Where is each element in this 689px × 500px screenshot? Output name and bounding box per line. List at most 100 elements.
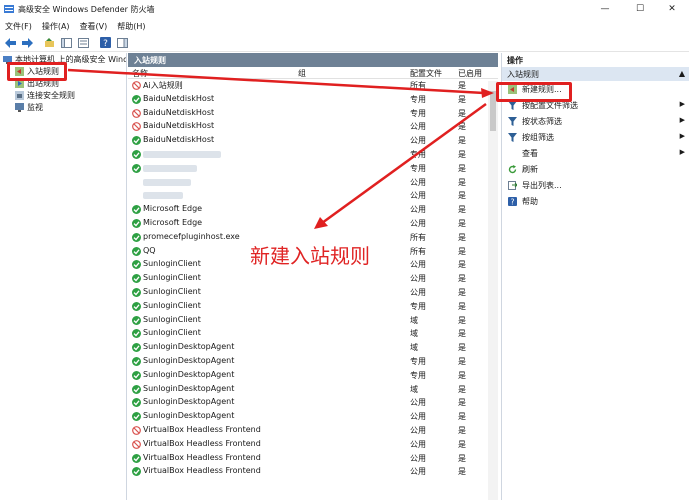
- table-row[interactable]: SunloginClient 域 是: [128, 314, 498, 328]
- table-row[interactable]: Microsoft Edge 公用 是: [128, 203, 498, 217]
- rule-profile: 公用: [410, 453, 426, 463]
- table-row[interactable]: SunloginClient 公用 是: [128, 272, 498, 286]
- table-row[interactable]: BaiduNetdiskHost 公用 是: [128, 120, 498, 134]
- menu-file[interactable]: 文件(F): [0, 21, 37, 32]
- help-icon: ?: [508, 196, 517, 206]
- table-row[interactable]: VirtualBox Headless Frontend 公用 是: [128, 452, 498, 466]
- table-row[interactable]: VirtualBox Headless Frontend 公用 是: [128, 438, 498, 452]
- action-item[interactable]: 刷新: [502, 161, 689, 177]
- action-item[interactable]: 按状态筛选 ▶: [502, 113, 689, 129]
- rule-enabled: 是: [458, 343, 466, 353]
- redacted-name: [143, 192, 183, 200]
- tree-root-label: 本地计算机 上的高级安全 Windows Defender 防火墙: [15, 54, 126, 64]
- rule-enabled: 是: [458, 163, 466, 173]
- redacted-name: [143, 178, 191, 186]
- column-name[interactable]: 名称: [132, 68, 148, 79]
- action-item[interactable]: 按组筛选 ▶: [502, 129, 689, 145]
- actions-section-inbound-rules[interactable]: 入站规则 ▲: [502, 67, 689, 81]
- menu-view[interactable]: 查看(V): [75, 21, 113, 32]
- table-row[interactable]: 公用 是: [128, 176, 498, 190]
- action-item[interactable]: 新建规则...: [502, 81, 689, 97]
- table-row[interactable]: BaiduNetdiskHost 专用 是: [128, 107, 498, 121]
- rule-profile: 所有: [410, 246, 426, 256]
- action-item-label: 帮助: [522, 196, 538, 206]
- menu-action[interactable]: 操作(A): [37, 21, 75, 32]
- show-hide-action-icon[interactable]: [115, 36, 129, 50]
- allow-check-icon: [132, 274, 141, 284]
- table-row[interactable]: 专用 是: [128, 148, 498, 162]
- rule-profile: 专用: [410, 163, 426, 173]
- maximize-button[interactable]: ☐: [623, 0, 657, 18]
- scrollbar-thumb[interactable]: [490, 91, 496, 131]
- rule-name: BaiduNetdiskHost: [143, 93, 215, 103]
- table-row[interactable]: BaiduNetdiskHost 公用 是: [128, 134, 498, 148]
- rule-enabled: 是: [458, 412, 466, 422]
- rule-enabled: 是: [458, 398, 466, 408]
- properties-icon[interactable]: [76, 36, 90, 50]
- menu-help[interactable]: 帮助(H): [112, 21, 150, 32]
- table-row[interactable]: Microsoft Edge 公用 是: [128, 217, 498, 231]
- collapse-caret-icon[interactable]: ▲: [679, 69, 685, 78]
- column-enabled[interactable]: 已启用: [458, 68, 482, 79]
- action-item[interactable]: 按配置文件筛选 ▶: [502, 97, 689, 113]
- up-icon[interactable]: [42, 36, 56, 50]
- help-icon[interactable]: ?: [98, 36, 112, 50]
- tree-item-monitoring[interactable]: 监视: [0, 101, 126, 113]
- redacted-name: [143, 164, 197, 172]
- rule-enabled: 是: [458, 301, 466, 311]
- column-profile[interactable]: 配置文件: [410, 68, 442, 79]
- table-row[interactable]: 专用 是: [128, 162, 498, 176]
- table-row[interactable]: SunloginDesktopAgent 域 是: [128, 341, 498, 355]
- rule-profile: 域: [410, 384, 418, 394]
- minimize-button[interactable]: —: [588, 0, 622, 18]
- table-row[interactable]: VirtualBox Headless Frontend 公用 是: [128, 465, 498, 479]
- action-item[interactable]: 查看 ▶: [502, 145, 689, 161]
- firewall-app-icon: [4, 5, 14, 13]
- rule-profile: 所有: [410, 81, 426, 90]
- rule-profile: 所有: [410, 232, 426, 242]
- allow-check-icon: [132, 260, 141, 270]
- table-row[interactable]: SunloginClient 公用 是: [128, 286, 498, 300]
- table-row[interactable]: 公用 是: [128, 189, 498, 203]
- rule-name: promecefpluginhost.exe: [143, 231, 240, 241]
- back-icon[interactable]: [3, 36, 17, 50]
- action-item[interactable]: 导出列表...: [502, 177, 689, 193]
- svg-text:?: ?: [511, 197, 515, 206]
- rule-name: VirtualBox Headless Frontend: [143, 452, 261, 462]
- rule-enabled: 是: [458, 232, 466, 242]
- rule-enabled: 是: [458, 425, 466, 435]
- column-group[interactable]: 组: [298, 68, 306, 79]
- table-row[interactable]: SunloginDesktopAgent 公用 是: [128, 396, 498, 410]
- table-row[interactable]: SunloginDesktopAgent 专用 是: [128, 369, 498, 383]
- action-item-label: 新建规则...: [522, 84, 562, 94]
- tree-item-connection-security[interactable]: 连接安全规则: [0, 89, 126, 101]
- rules-list: Ai入站规则 所有是 BaiduNetdiskHost 专用是 BaiduNetdisk…: [128, 79, 498, 479]
- rule-profile: 公用: [410, 205, 426, 215]
- table-row[interactable]: SunloginDesktopAgent 专用 是: [128, 355, 498, 369]
- tree-item-inbound-rules[interactable]: 入站规则: [0, 65, 126, 77]
- table-row[interactable]: SunloginClient 域 是: [128, 327, 498, 341]
- filter-icon: [508, 100, 517, 110]
- table-row[interactable]: SunloginClient 专用 是: [128, 300, 498, 314]
- tree-item-outbound-rules[interactable]: 出站规则: [0, 77, 126, 89]
- tree-root[interactable]: 本地计算机 上的高级安全 Windows Defender 防火墙: [0, 53, 126, 65]
- rules-pane-header: 入站规则: [128, 53, 498, 67]
- forward-icon[interactable]: [20, 36, 34, 50]
- table-row[interactable]: VirtualBox Headless Frontend 公用 是: [128, 424, 498, 438]
- table-row[interactable]: SunloginDesktopAgent 域 是: [128, 383, 498, 397]
- table-row[interactable]: Ai入站规则 所有 是: [128, 79, 498, 93]
- rule-enabled: 是: [458, 205, 466, 215]
- action-item[interactable]: ? 帮助: [502, 193, 689, 209]
- table-row[interactable]: BaiduNetdiskHost 专用 是: [128, 93, 498, 107]
- rule-profile: 公用: [410, 398, 426, 408]
- rule-name: SunloginClient: [143, 300, 201, 310]
- show-hide-tree-icon[interactable]: [59, 36, 73, 50]
- table-row[interactable]: SunloginDesktopAgent 公用 是: [128, 410, 498, 424]
- allow-check-icon: [132, 315, 141, 325]
- rule-enabled: 是: [458, 218, 466, 228]
- rules-scrollbar[interactable]: [488, 81, 498, 500]
- rule-enabled: 是: [458, 136, 466, 146]
- allow-check-icon: [132, 136, 141, 146]
- close-button[interactable]: ✕: [655, 0, 689, 18]
- connection-security-icon: [15, 90, 24, 100]
